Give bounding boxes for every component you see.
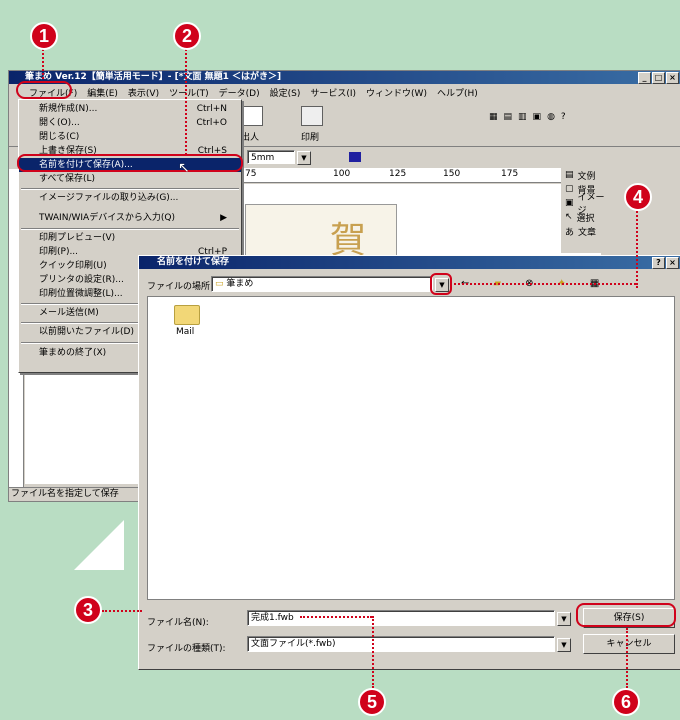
connector-4-horizontal (450, 283, 636, 285)
callout-4: 4 (624, 183, 652, 211)
mouse-cursor-icon: ↖ (178, 160, 190, 176)
app-titlebar: 筆まめ Ver.12【簡単活用モード】- [*文面 無題1 ＜はがき＞] _ □… (9, 71, 680, 84)
arrow-icon: ↖ (565, 212, 573, 222)
menubar: ファイル(F) 編集(E) 表示(V) ツール(T) データ(D) 設定(S) … (9, 85, 680, 99)
filetype-field[interactable]: 文面ファイル(*.fwb) (247, 636, 555, 652)
menu-view[interactable]: 表示(V) (128, 86, 159, 99)
side-item-bunrei[interactable]: ▤ 文例 (561, 168, 613, 182)
ruler-mark: 100 (333, 169, 351, 179)
folder-label[interactable]: Mail (176, 327, 194, 337)
menu-service[interactable]: サービス(I) (310, 86, 356, 99)
callout-1: 1 (30, 22, 58, 50)
decorative-triangle (74, 520, 124, 570)
ruler-mark: 150 (443, 169, 461, 179)
menu-help[interactable]: ヘルプ(H) (437, 86, 478, 99)
background-icon: ▢ (565, 184, 574, 194)
menu-tools[interactable]: ツール(T) (169, 86, 209, 99)
file-list[interactable]: Mail (147, 296, 675, 600)
dialog-titlebar: 名前を付けて保存 ? × (139, 256, 680, 269)
menu-edit[interactable]: 編集(E) (87, 86, 118, 99)
size-field[interactable]: 5mm (247, 150, 295, 164)
maximize-button[interactable]: □ (652, 72, 665, 84)
filename-field[interactable]: 完成1.fwb (247, 610, 555, 626)
color-swatch[interactable] (349, 152, 361, 162)
menu-item-import-image[interactable]: イメージファイルの取り込み(G)... (19, 191, 241, 205)
location-label: ファイルの場所 (147, 282, 211, 292)
filetype-dropdown[interactable]: ▼ (557, 638, 571, 652)
toolbar-sender-label: 出人 (241, 133, 260, 143)
sender-icon[interactable] (241, 106, 263, 126)
callout-2: 2 (173, 22, 201, 50)
ruler-mark: 75 (245, 169, 257, 179)
menu-item-close[interactable]: 閉じる(C) (19, 130, 241, 144)
connector-3 (102, 610, 142, 612)
image-icon: ▣ (565, 198, 574, 208)
menu-separator (21, 188, 239, 190)
sample-icon: ▤ (565, 170, 574, 180)
highlight-location-dropdown (430, 273, 452, 295)
menu-separator (21, 228, 239, 230)
dialog-close-button[interactable]: × (666, 257, 679, 269)
connector-1 (42, 45, 44, 83)
frame-icon[interactable]: ▣ (533, 112, 542, 122)
side-panel: ▤ 文例 ▢ 背景 ▣ イメージ ↖ 選択 あ文章 (561, 168, 613, 253)
menu-data[interactable]: データ(D) (219, 86, 260, 99)
menu-item-new[interactable]: 新規作成(N)... Ctrl+N (19, 102, 241, 116)
callout-5: 5 (358, 688, 386, 716)
connector-2 (185, 45, 187, 155)
menu-settings[interactable]: 設定(S) (270, 86, 301, 99)
folder-icon[interactable] (174, 305, 200, 325)
connector-5-horizontal (300, 616, 372, 618)
toolbar-icon-group: ▦ ▤ ▥ ▣ ◍ ? (489, 112, 566, 122)
dialog-title: 名前を付けて保存 (157, 257, 230, 267)
cancel-button[interactable]: キャンセル (583, 634, 675, 654)
filetype-label: ファイルの種類(T): (147, 644, 226, 654)
folder-icon: ▭ (215, 279, 224, 289)
filename-dropdown[interactable]: ▼ (557, 612, 571, 626)
callout-3: 3 (74, 596, 102, 624)
list-icon[interactable]: ▥ (518, 112, 527, 122)
connector-4 (636, 208, 638, 288)
ruler-mark: 125 (389, 169, 407, 179)
menu-item-open[interactable]: 開く(O)... Ctrl+O (19, 116, 241, 130)
dialog-help-button[interactable]: ? (652, 257, 665, 269)
side-item-image[interactable]: ▣ イメージ (561, 193, 613, 216)
connector-5 (372, 616, 374, 688)
location-field[interactable]: ▭ 筆まめ (211, 276, 433, 292)
close-button[interactable]: × (666, 72, 679, 84)
highlight-file-menu (16, 81, 72, 99)
ruler-mark: 175 (501, 169, 519, 179)
connector-6 (626, 628, 628, 688)
globe-icon[interactable]: ◍ (547, 112, 555, 122)
callout-6: 6 (612, 688, 640, 716)
table-icon[interactable]: ▤ (504, 112, 513, 122)
filename-label: ファイル名(N): (147, 618, 209, 628)
help-pointer-icon[interactable]: ? (561, 112, 566, 122)
menu-item-twain[interactable]: TWAIN/WIAデバイスから入力(Q) ▶ (19, 211, 241, 225)
highlight-save-as (17, 154, 243, 172)
size-dropdown[interactable]: ▼ (297, 151, 311, 165)
grid-icon[interactable]: ▦ (489, 112, 498, 122)
text-icon: あ (565, 227, 575, 238)
side-item-text[interactable]: あ文章 (561, 224, 613, 238)
minimize-button[interactable]: _ (638, 72, 651, 84)
highlight-save-button (576, 603, 676, 627)
menu-item-print-preview[interactable]: 印刷プレビュー(V) (19, 231, 241, 245)
menu-item-save-all[interactable]: すべて保存(L) (19, 172, 241, 186)
menu-window[interactable]: ウィンドウ(W) (366, 86, 427, 99)
printer-icon[interactable] (301, 106, 323, 126)
toolbar-print-label: 印刷 (301, 133, 320, 143)
